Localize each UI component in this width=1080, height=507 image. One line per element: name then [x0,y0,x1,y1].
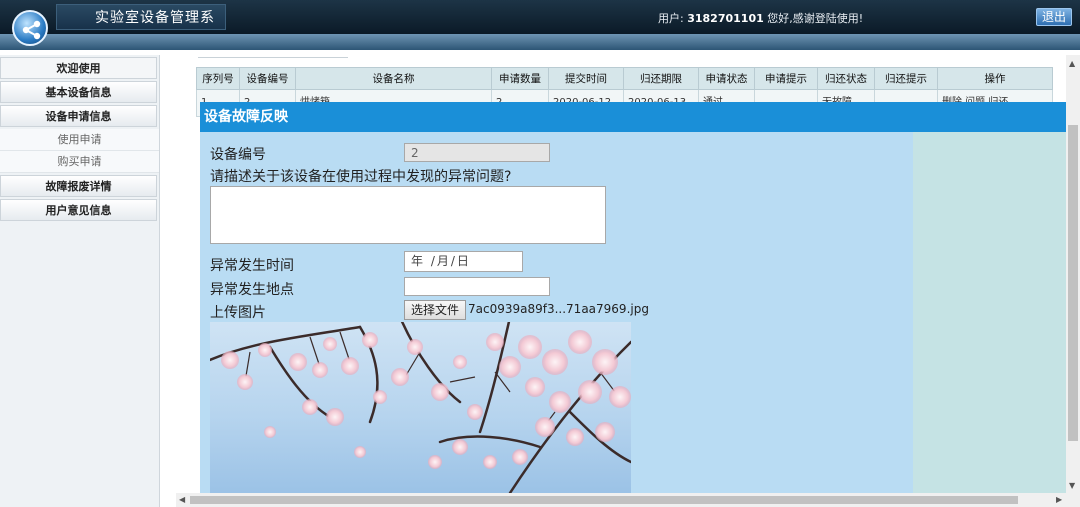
user-id: 3182701101 [687,12,764,25]
col-header: 设备名称 [295,67,492,90]
greeting-text: 您好,感谢登陆使用! [767,12,864,25]
device-no-field[interactable] [404,143,550,162]
col-header: 归还状态 [817,67,875,90]
sidebar-item-basic-info[interactable]: 基本设备信息 [0,81,157,103]
sidebar-item-fault-detail[interactable]: 故障报废详情 [0,175,157,197]
fault-form: 设备编号 请描述关于该设备在使用过程中发现的异常问题? 异常发生时间 年 /月/… [200,132,913,493]
upload-label: 上传图片 [210,305,266,321]
col-header: 申请数量 [491,67,549,90]
app-logo-icon [12,10,48,46]
dialog-title: 设备故障反映 [200,102,1066,132]
horizontal-scrollbar[interactable]: ◀ ▶ [176,493,1080,507]
divider [198,57,348,58]
question-label: 请描述关于该设备在使用过程中发现的异常问题? [210,169,512,185]
col-header: 归还提示 [874,67,938,90]
scroll-down-arrow-icon[interactable]: ▼ [1069,481,1075,490]
uploaded-image-preview [210,322,631,493]
user-info: 用户: 3182701101 您好,感谢登陆使用! [658,10,863,26]
top-header: 实验室设备管理系统 用户: 3182701101 您好,感谢登陆使用! 退出 [0,0,1080,52]
app-title: 实验室设备管理系统 [56,4,226,52]
user-label: 用户: [658,12,684,25]
place-label: 异常发生地点 [210,282,294,298]
scroll-left-arrow-icon[interactable]: ◀ [179,495,185,504]
sidebar-subitem-use-apply[interactable]: 使用申请 [0,129,159,151]
col-header: 申请状态 [698,67,755,90]
sidebar-item-user-feedback[interactable]: 用户意见信息 [0,199,157,221]
cherry-blossom-image [210,322,631,493]
horizontal-scroll-thumb[interactable] [190,496,1018,504]
device-no-label: 设备编号 [210,147,266,163]
selected-file-name: 7ac0939a89f3...71aa7969.jpg [468,302,649,316]
scroll-right-arrow-icon[interactable]: ▶ [1056,495,1062,504]
sidebar-item-apply-info[interactable]: 设备申请信息 [0,105,157,127]
col-header: 归还期限 [623,67,699,90]
choose-file-button[interactable]: 选择文件 [404,300,467,320]
scroll-up-arrow-icon[interactable]: ▲ [1069,59,1075,68]
col-header: 序列号 [196,67,240,90]
col-header: 提交时间 [548,67,624,90]
sidebar-subitem-buy-apply[interactable]: 购买申请 [0,151,159,173]
date-input[interactable]: 年 /月/日 [404,251,523,272]
table-header-row: 序列号 设备编号 设备名称 申请数量 提交时间 归还期限 申请状态 申请提示 归… [196,67,1053,90]
col-header: 申请提示 [754,67,818,90]
col-header: 操作 [937,67,1053,90]
vertical-scroll-thumb[interactable] [1068,125,1078,441]
header-strip [0,34,1080,50]
problem-description-textarea[interactable] [210,186,606,244]
place-input[interactable] [404,277,550,296]
sidebar-item-welcome[interactable]: 欢迎使用 [0,57,157,79]
fault-report-dialog: 设备故障反映 设备编号 请描述关于该设备在使用过程中发现的异常问题? 异常发生时… [200,102,1066,493]
time-label: 异常发生时间 [210,258,294,274]
date-placeholder: 年 /月/日 [411,254,471,268]
sidebar: 欢迎使用 基本设备信息 设备申请信息 使用申请 购买申请 故障报废详情 用户意见… [0,55,160,507]
logout-button[interactable]: 退出 [1036,8,1072,26]
vertical-scrollbar[interactable]: ▲ ▼ [1066,55,1080,493]
col-header: 设备编号 [239,67,296,90]
